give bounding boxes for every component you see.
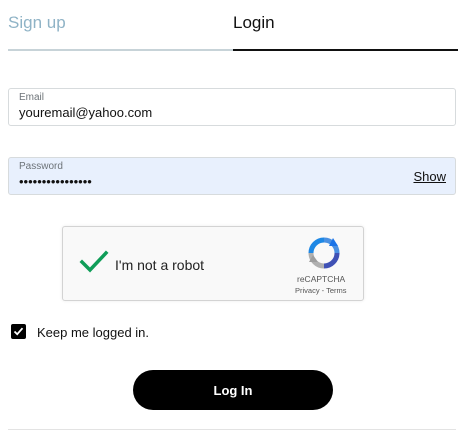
email-label: Email bbox=[19, 92, 45, 103]
password-input[interactable]: •••••••••••••••• bbox=[19, 173, 399, 190]
recaptcha-logo-icon bbox=[308, 237, 340, 269]
tab-login-underline bbox=[233, 49, 458, 51]
checkbox-checked-icon bbox=[13, 327, 24, 336]
keep-logged-in-checkbox[interactable] bbox=[11, 324, 26, 339]
login-form-page: Sign up Login Email Password •••••••••••… bbox=[0, 0, 465, 432]
login-button[interactable]: Log In bbox=[133, 370, 333, 410]
password-field[interactable]: Password •••••••••••••••• Show bbox=[8, 157, 456, 195]
email-input[interactable] bbox=[19, 104, 399, 121]
checkmark-icon[interactable] bbox=[79, 247, 109, 277]
password-label: Password bbox=[19, 161, 63, 172]
recaptcha-widget: I'm not a robot reCAPTCHA Privacy - Term… bbox=[62, 226, 364, 301]
tab-sign-up-underline bbox=[8, 49, 233, 51]
recaptcha-label: I'm not a robot bbox=[115, 257, 205, 273]
tab-login[interactable]: Login bbox=[233, 12, 275, 34]
keep-logged-in-label: Keep me logged in. bbox=[37, 325, 150, 340]
recaptcha-terms-link[interactable]: Terms bbox=[326, 286, 346, 295]
recaptcha-brand: reCAPTCHA bbox=[297, 274, 346, 284]
show-password-link[interactable]: Show bbox=[413, 169, 446, 184]
bottom-divider bbox=[8, 429, 456, 430]
email-field[interactable]: Email bbox=[8, 88, 456, 126]
tab-sign-up[interactable]: Sign up bbox=[8, 12, 66, 34]
recaptcha-privacy-link[interactable]: Privacy bbox=[295, 286, 320, 295]
recaptcha-links: Privacy - Terms bbox=[295, 286, 347, 295]
